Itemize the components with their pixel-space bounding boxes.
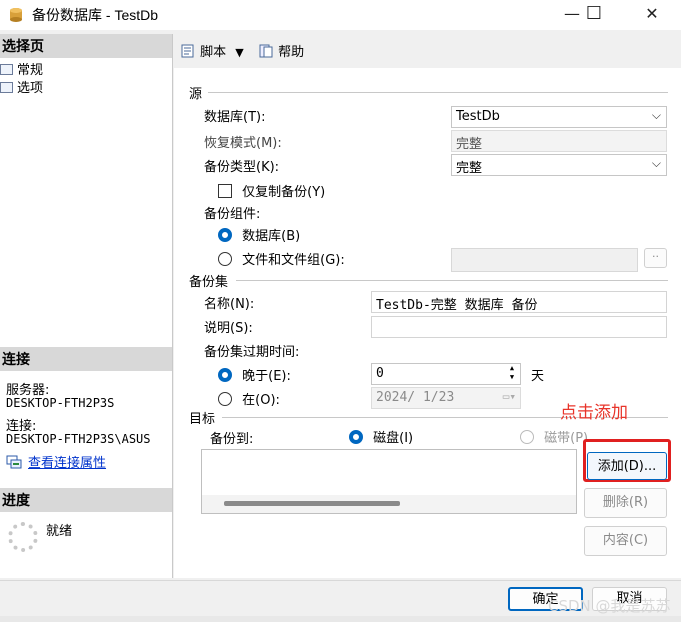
chevron-down-icon[interactable]: ▼ [235,46,243,59]
left-panel: 选择页 常规 选项 连接 服务器: DESKTOP-FTH2P3S 连接: DE… [0,34,173,578]
page-icon [0,64,13,75]
scrollbar-thumb[interactable] [224,501,400,506]
tape-label: 磁带(P) [544,431,589,446]
help-icon [258,44,274,58]
select-page-header: 选择页 [0,34,172,58]
description-input[interactable] [371,316,667,338]
days-label: 天 [531,369,545,384]
view-connection-properties-link[interactable]: 查看连接属性 [28,456,106,471]
connection-properties-icon [6,455,22,469]
database-value: TestDb [456,109,500,124]
component-files-label: 文件和文件组(G): [242,253,345,268]
contents-button: 内容(C) [584,526,667,556]
destination-list[interactable] [201,449,577,514]
copy-only-checkbox[interactable]: 仅复制备份(Y) [218,181,325,200]
annotation-text: 点击添加 [560,403,628,423]
name-value: TestDb-完整 数据库 备份 [376,298,538,313]
help-label: 帮助 [278,45,305,60]
recovery-value: 完整 [456,137,483,152]
divider [236,280,668,281]
spinner-arrows-icon[interactable]: ▲ ▼ [506,364,518,382]
expire-after-label: 晚于(E): [242,369,291,384]
source-header: 源 [189,87,203,102]
connection-header: 连接 [0,347,172,371]
files-browse-button: ·· [644,248,667,268]
recovery-field: 完整 [451,130,667,152]
database-select[interactable]: TestDb ⌵ [451,106,667,128]
checkbox-box[interactable] [218,184,232,198]
expire-date-value: 2024/ 1/23 [376,390,455,405]
component-database-label: 数据库(B) [242,229,301,244]
help-button[interactable]: 帮助 [258,41,304,60]
name-input[interactable]: TestDb-完整 数据库 备份 [371,291,667,313]
progress-status: 就绪 [46,524,73,539]
name-label: 名称(N): [204,297,255,312]
main-panel: 源 数据库(T): TestDb ⌵ 恢复模式(M): 完整 备份类型(K): … [174,68,681,578]
script-icon [180,44,196,58]
tape-radio: 磁带(P) [520,427,588,446]
window-title: 备份数据库 - TestDb [32,7,159,23]
radio-button[interactable] [218,228,232,242]
calendar-dropdown-icon: ▭▾ [502,390,516,403]
database-icon [8,7,24,23]
page-item-label: 选项 [17,81,44,96]
page-item-options[interactable]: 选项 [0,77,43,96]
maximize-button[interactable]: ☐ [574,2,614,28]
toolbar: 脚本 ▼ 帮助 [174,34,681,66]
radio-button[interactable] [349,430,363,444]
radio-button[interactable] [218,392,232,406]
backup-to-label: 备份到: [210,432,254,447]
expire-date-picker: 2024/ 1/23 ▭▾ [371,387,521,409]
component-database-radio[interactable]: 数据库(B) [218,225,300,244]
radio-button[interactable] [218,252,232,266]
component-label: 备份组件: [204,207,261,222]
close-button[interactable]: ✕ [632,2,672,28]
disk-label: 磁盘(I) [373,431,414,446]
horizontal-scrollbar[interactable] [202,495,576,513]
component-files-radio[interactable]: 文件和文件组(G): [218,249,345,268]
radio-button [520,430,534,444]
disk-radio[interactable]: 磁盘(I) [349,427,413,446]
files-field [451,248,638,272]
chevron-down-icon: ⌵ [651,108,661,122]
expire-on-radio[interactable]: 在(O): [218,389,280,408]
remove-button: 删除(R) [584,488,667,518]
expire-on-label: 在(O): [242,393,280,408]
server-value: DESKTOP-FTH2P3S [6,396,115,410]
expire-after-radio[interactable]: 晚于(E): [218,365,291,384]
title-bar: 备份数据库 - TestDb — ☐ ✕ [0,0,681,30]
divider [208,92,668,93]
backup-type-select[interactable]: 完整 ⌵ [451,154,667,176]
expire-days-value: 0 [376,366,384,381]
radio-button[interactable] [218,368,232,382]
connection-value: DESKTOP-FTH2P3S\ASUS [6,432,151,446]
database-label: 数据库(T): [204,110,266,125]
progress-header: 进度 [0,488,172,512]
script-button[interactable]: 脚本 ▼ [180,41,244,60]
view-connection-properties[interactable]: 查看连接属性 [6,452,106,471]
chevron-down-icon: ⌵ [651,156,661,170]
backup-set-header: 备份集 [189,275,229,290]
destination-header: 目标 [189,412,216,427]
description-label: 说明(S): [204,321,253,336]
add-button[interactable]: 添加(D)... [587,452,667,480]
page-item-general[interactable]: 常规 [0,59,43,78]
page-icon [0,82,13,93]
expire-label: 备份集过期时间: [204,345,300,360]
copy-only-label: 仅复制备份(Y) [242,185,326,200]
backup-type-value: 完整 [456,161,483,176]
watermark-text: CSDN @我是苏苏 [548,597,671,615]
status-strip [0,616,681,622]
recovery-label: 恢复模式(M): [204,136,282,151]
progress-spinner-icon [8,522,38,552]
expire-days-spinner[interactable]: 0 ▲ ▼ [371,363,521,385]
page-item-label: 常规 [17,63,44,78]
backup-type-label: 备份类型(K): [204,160,280,175]
script-label: 脚本 [200,45,227,60]
